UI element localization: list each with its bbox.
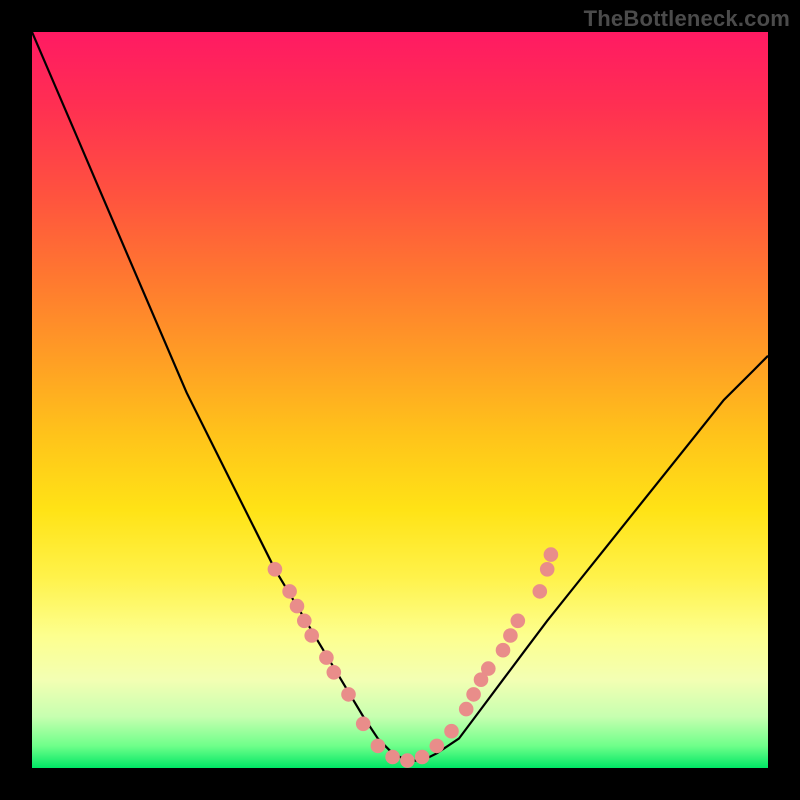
watermark-text: TheBottleneck.com xyxy=(584,6,790,32)
data-point-marker xyxy=(540,562,555,577)
data-point-marker xyxy=(282,584,297,599)
data-point-marker xyxy=(327,665,342,680)
plot-area xyxy=(32,32,768,768)
data-point-marker xyxy=(341,687,356,702)
curve-markers xyxy=(268,547,559,768)
data-point-marker xyxy=(459,702,474,717)
data-point-marker xyxy=(444,724,459,739)
data-point-marker xyxy=(356,717,371,732)
data-point-marker xyxy=(290,599,305,614)
data-point-marker xyxy=(371,739,386,754)
bottleneck-curve xyxy=(32,32,768,768)
data-point-marker xyxy=(430,739,445,754)
data-point-marker xyxy=(304,628,319,643)
data-point-marker xyxy=(415,750,430,765)
data-point-marker xyxy=(268,562,283,577)
data-point-marker xyxy=(466,687,481,702)
data-point-marker xyxy=(511,614,526,629)
data-point-marker xyxy=(544,547,559,562)
data-point-marker xyxy=(481,661,496,676)
data-point-marker xyxy=(297,614,312,629)
data-point-marker xyxy=(533,584,548,599)
curve-path xyxy=(32,32,768,761)
data-point-marker xyxy=(496,643,511,658)
data-point-marker xyxy=(400,753,415,768)
outer-frame: TheBottleneck.com xyxy=(0,0,800,800)
data-point-marker xyxy=(503,628,518,643)
data-point-marker xyxy=(385,750,400,765)
data-point-marker xyxy=(319,650,334,665)
